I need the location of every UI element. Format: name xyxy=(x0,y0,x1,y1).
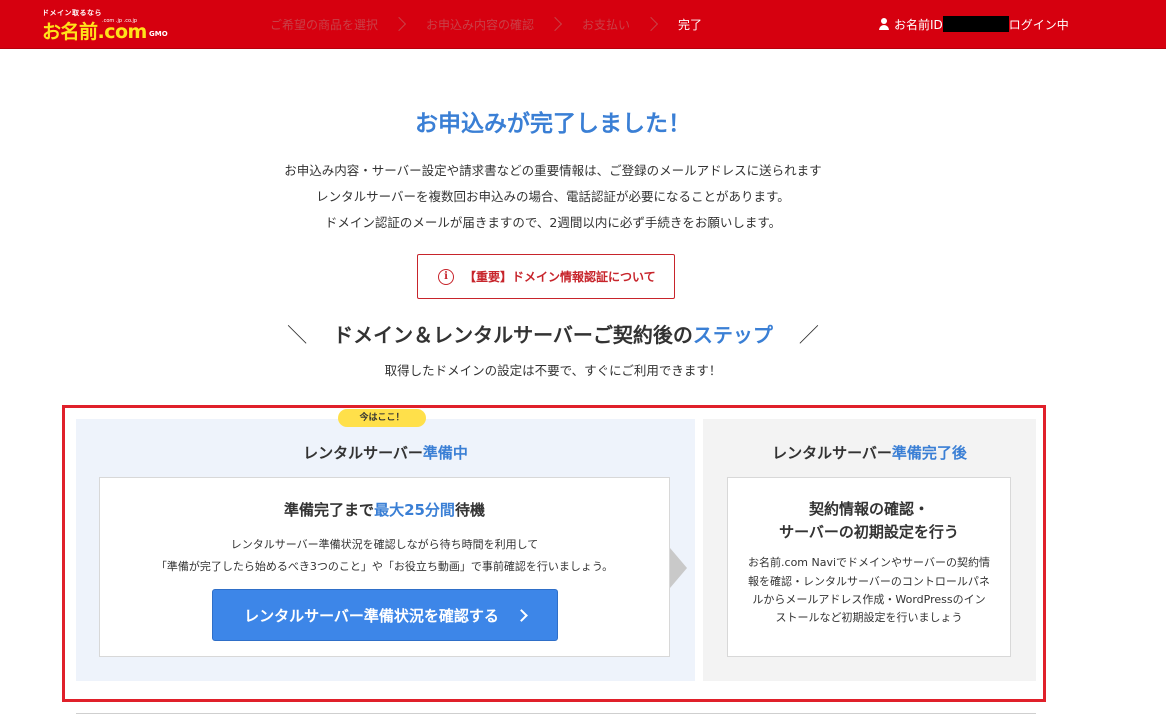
steps-heading-text: ドメイン＆レンタルサーバーご契約後の xyxy=(333,323,693,347)
current-step-badge: 今はここ！ xyxy=(338,409,426,427)
setup-description: ストールなど初期設定を行いましょう xyxy=(775,611,963,624)
wait-description: 「準備が完了したら始めるべき3つのこと」や「お役立ち動画」で事前確認を行いましょ… xyxy=(155,560,614,573)
header-bar: ドメイン取るなら お名前.com .com .jp .co.jp GMO ご希望… xyxy=(0,0,1166,49)
redacted-user-id xyxy=(942,16,1009,32)
chevron-right-icon xyxy=(391,16,407,32)
setup-description: ルからメールアドレス作成・WordPressのイン xyxy=(752,593,986,606)
login-id-label: お名前ID xyxy=(894,17,943,32)
chevron-right-icon xyxy=(515,608,528,622)
wait-description: レンタルサーバー準備状況を確認しながら待ち時間を利用して xyxy=(230,538,539,551)
page-title: お申込みが完了しました！ xyxy=(415,111,691,137)
logo-gmo: GMO xyxy=(149,30,168,38)
chevron-right-icon xyxy=(643,16,659,32)
wait-title-highlight: 最大25分間 xyxy=(374,501,455,519)
step-select-product: ご希望の商品を選択 xyxy=(270,17,379,32)
setup-title-line: サーバーの初期設定を行う xyxy=(779,523,959,541)
step-arrow-icon xyxy=(670,548,687,588)
steps-subtitle: 取得したドメインの設定は不要で、すぐにご利用できます！ xyxy=(384,363,722,378)
info-icon: i xyxy=(438,268,454,285)
step-confirm: お申込み内容の確認 xyxy=(426,17,535,32)
check-server-status-button[interactable]: レンタルサーバー準備状況を確認する xyxy=(212,589,558,641)
wait-title: 準備完了まで最大25分間待機 xyxy=(99,499,670,520)
wait-title-post: 待機 xyxy=(454,501,485,519)
slash-right: ／ xyxy=(798,323,819,347)
setup-title-line: 契約情報の確認・ xyxy=(808,500,929,518)
card-title-highlight: 準備中 xyxy=(422,444,468,462)
user-icon xyxy=(878,18,890,30)
step-payment: お支払い xyxy=(582,17,631,32)
login-status: お名前ID ログイン中 xyxy=(878,0,1069,48)
slash-left: ＼ xyxy=(287,323,308,347)
section-divider xyxy=(76,713,1036,714)
notice-line: レンタルサーバーを複数回お申込みの場合、電話認証が必要になることがあります。 xyxy=(316,189,790,204)
login-status-text: ログイン中 xyxy=(1008,17,1069,32)
ready-card-title: レンタルサーバー準備完了後 xyxy=(703,442,1036,463)
setup-description: お名前.com Naviでドメインやサーバーの契約情 xyxy=(748,556,990,569)
wait-title-pre: 準備完了まで xyxy=(284,501,375,519)
cta-label: レンタルサーバー準備状況を確認する xyxy=(244,606,499,625)
preparing-card-title: レンタルサーバー準備中 xyxy=(76,442,695,463)
steps-heading: ＼ ドメイン＆レンタルサーバーご契約後のステップ ／ xyxy=(0,319,1106,348)
alert-link-label: 【重要】ドメイン情報認証について xyxy=(464,270,656,284)
step-complete: 完了 xyxy=(678,17,703,32)
card-title-text: レンタルサーバー xyxy=(772,444,892,462)
setup-description: 報を確認・レンタルサーバーのコントロールパネ xyxy=(748,575,990,588)
domain-verification-link[interactable]: i 【重要】ドメイン情報認証について xyxy=(417,254,675,299)
logo-tlds: .com .jp .co.jp xyxy=(102,18,138,24)
card-title-highlight: 準備完了後 xyxy=(891,444,967,462)
onamae-logo[interactable]: ドメイン取るなら お名前.com .com .jp .co.jp GMO xyxy=(42,8,192,43)
card-title-text: レンタルサーバー xyxy=(303,444,423,462)
steps-heading-highlight: ステップ xyxy=(692,323,773,347)
progress-steps: ご希望の商品を選択 お申込み内容の確認 お支払い 完了 xyxy=(270,0,702,48)
notice-line: ドメイン認証のメールが届きますので、2週間以内に必ず手続きをお願いします。 xyxy=(324,215,782,230)
notice-line: お申込み内容・サーバー設定や請求書などの重要情報は、ご登録のメールアドレスに送ら… xyxy=(284,163,822,178)
chevron-right-icon xyxy=(547,16,563,32)
